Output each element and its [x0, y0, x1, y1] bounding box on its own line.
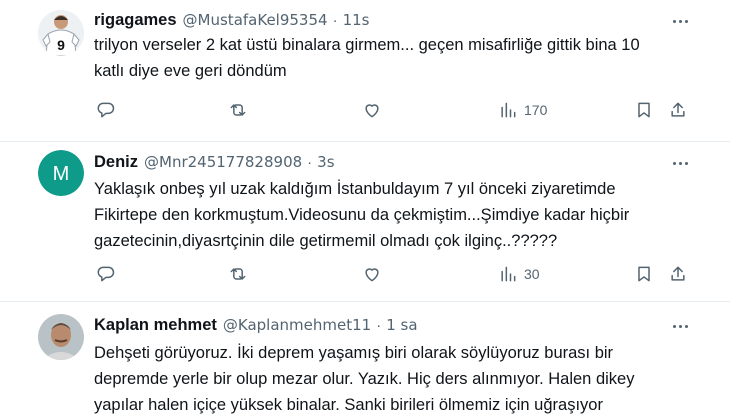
separator: ·	[332, 11, 338, 29]
tweet-text-line: yapılar halen içiçe yüksek binalar. Sank…	[94, 396, 603, 414]
retweet-button[interactable]	[228, 261, 248, 287]
views-button[interactable]: 30	[498, 261, 540, 287]
avatar[interactable]: M	[38, 150, 84, 196]
avatar-photo-image	[38, 314, 84, 360]
tweet-header: Kaplan mehmet @Kaplanmehmet11 · 1 sa	[94, 314, 418, 336]
user-name[interactable]: rigagames	[94, 11, 177, 30]
heart-icon	[365, 268, 379, 282]
share-button[interactable]	[668, 97, 688, 123]
tweet-text-line: Yaklaşık onbeş yıl uzak kaldığım İstanbu…	[94, 180, 616, 198]
retweet-icon	[230, 104, 246, 116]
share-icon	[671, 102, 685, 117]
reply-icon	[97, 266, 115, 282]
user-name[interactable]: Kaplan mehmet	[94, 316, 217, 335]
tweet-text-line: katlı diye eve geri döndüm	[94, 62, 287, 80]
jersey-number: 9	[57, 37, 65, 53]
avatar-letter: M	[53, 163, 70, 185]
action-bar: 30	[88, 261, 698, 287]
avatar-jersey-image: 9	[38, 10, 84, 56]
analytics-icon	[501, 102, 516, 118]
bookmark-button[interactable]	[634, 261, 654, 287]
timestamp[interactable]: 3s	[317, 153, 334, 171]
avatar[interactable]	[38, 314, 84, 360]
tweet-text-line: depremde yerle bir olup mezar olur. Yazı…	[94, 370, 635, 388]
share-icon	[671, 266, 685, 281]
more-options-icon[interactable]	[668, 316, 692, 336]
retweet-button[interactable]	[228, 97, 248, 123]
tweet-text-line: trilyon verseler 2 kat üstü binalara gir…	[94, 36, 640, 54]
user-handle[interactable]: @Mnr245177828908	[144, 153, 302, 171]
views-count: 170	[524, 102, 548, 118]
reply-button[interactable]	[96, 97, 116, 123]
avatar-letter-image: M	[38, 150, 84, 196]
bookmark-button[interactable]	[634, 97, 654, 123]
timestamp[interactable]: 11s	[343, 11, 370, 29]
tweet-text-line: gazetecinin,diyasrtçinin dile getirmemil…	[94, 232, 558, 250]
reply-button[interactable]	[96, 261, 116, 287]
share-button[interactable]	[668, 261, 688, 287]
bookmark-icon	[638, 102, 650, 118]
user-handle[interactable]: @MustafaKel95354	[183, 11, 328, 29]
tweet-header: rigagames @MustafaKel95354 · 11s	[94, 9, 369, 31]
tweet-text: trilyon verseler 2 kat üstü binalara gir…	[94, 32, 694, 84]
tweet-text: Dehşeti görüyoruz. İki deprem yaşamış bi…	[94, 340, 694, 418]
more-options-icon[interactable]	[668, 153, 692, 173]
like-button[interactable]	[362, 97, 382, 123]
separator: ·	[307, 153, 313, 171]
views-count: 30	[524, 266, 540, 282]
tweet-kaplan-mehmet[interactable]: Kaplan mehmet @Kaplanmehmet11 · 1 sa Deh…	[0, 302, 730, 420]
analytics-icon	[501, 266, 516, 282]
user-name[interactable]: Deniz	[94, 153, 138, 172]
action-bar: 170	[88, 97, 698, 123]
more-options-icon[interactable]	[668, 11, 692, 31]
bookmark-icon	[638, 266, 650, 282]
reply-icon	[97, 102, 115, 118]
timestamp[interactable]: 1 sa	[386, 316, 417, 334]
tweet-text-line: Dehşeti görüyoruz. İki deprem yaşamış bi…	[94, 344, 614, 362]
user-handle[interactable]: @Kaplanmehmet11	[223, 316, 371, 334]
separator: ·	[376, 316, 382, 334]
like-button[interactable]	[362, 261, 382, 287]
avatar[interactable]: 9	[38, 10, 84, 56]
views-button[interactable]: 170	[498, 97, 547, 123]
retweet-icon	[230, 268, 246, 280]
tweet-text-line: Fikirtepe den korkmuştum.Videosunu da çe…	[94, 206, 630, 224]
heart-icon	[365, 104, 379, 118]
tweet-deniz[interactable]: M Deniz @Mnr245177828908 · 3s Yaklaşık o…	[0, 142, 730, 302]
tweet-rigagames[interactable]: 9 rigagames @MustafaKel95354 · 11s trily…	[0, 0, 730, 142]
tweet-header: Deniz @Mnr245177828908 · 3s	[94, 151, 335, 173]
tweet-text: Yaklaşık onbeş yıl uzak kaldığım İstanbu…	[94, 176, 694, 254]
